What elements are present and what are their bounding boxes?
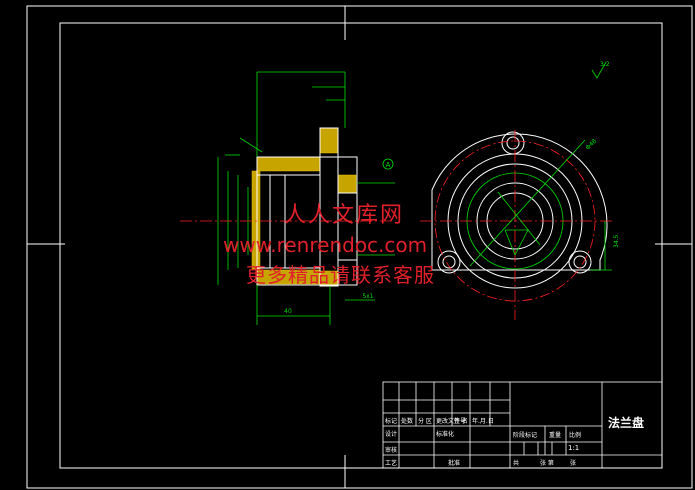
row-label-design: 设计 <box>385 430 397 438</box>
dim-diameter: Φ48 <box>584 138 598 152</box>
weight-label: 重量 <box>549 431 561 439</box>
sheet-of: 张 第 <box>540 459 554 467</box>
watermark-line-2: www.renrendoc.com <box>223 233 428 257</box>
front-view: 34.5 Φ48 <box>420 130 620 320</box>
standardization-label: 标准化 <box>436 430 454 438</box>
header-cell-4: 签 名 <box>454 417 468 425</box>
front-centerlines <box>420 130 615 320</box>
row-label-review: 审核 <box>385 446 397 454</box>
approve-label: 批准 <box>448 459 460 467</box>
dim-length: 40 <box>284 308 292 315</box>
row-label-process: 工艺 <box>385 459 397 467</box>
header-cell-1: 处数 <box>401 417 413 425</box>
sheet-total: 共 <box>513 459 519 467</box>
roughness-value: 3.2 <box>600 61 610 68</box>
part-name: 法兰盘 <box>608 416 645 430</box>
header-cell-5: 年.月.日 <box>472 417 494 425</box>
roughness-symbol: 3.2 <box>591 61 610 79</box>
header-cell-2: 分 区 <box>418 417 432 425</box>
section-marker: A <box>386 161 391 169</box>
watermark-line-1: 人人文库网 <box>284 203 405 228</box>
scale-value: 1:1 <box>568 444 580 452</box>
sheet-unit: 张 <box>570 459 576 467</box>
watermark-line-3: 更多精品请联系客服 <box>246 263 435 287</box>
header-cell-0: 标记 <box>385 417 397 425</box>
flange-outline <box>431 131 608 289</box>
dim-height: 34.5 <box>613 234 620 248</box>
stage-label: 阶段标记 <box>513 431 537 439</box>
dim-chamfer: 5x1 <box>362 293 373 300</box>
scale-label: 比例 <box>569 431 581 439</box>
